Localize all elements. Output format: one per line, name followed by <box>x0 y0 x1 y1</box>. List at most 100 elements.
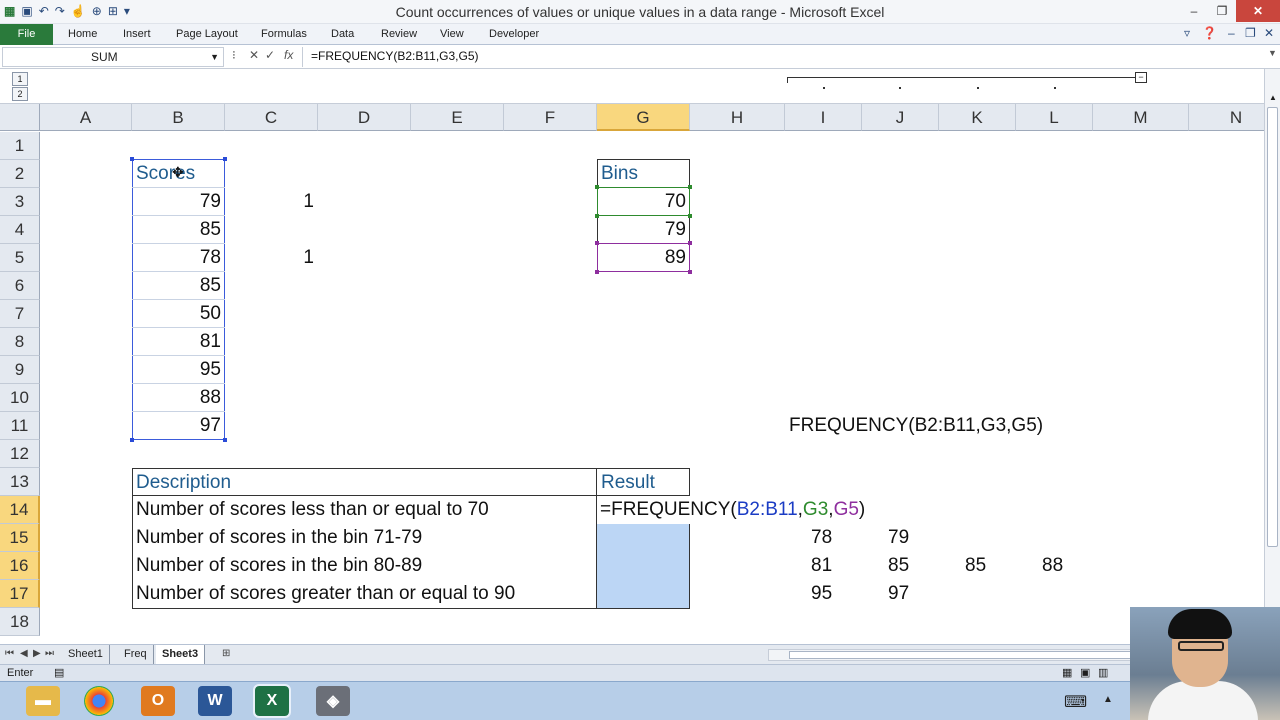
column-header-n[interactable]: N <box>1189 104 1264 131</box>
row-header-2[interactable]: 2 <box>0 160 40 188</box>
tab-file[interactable]: File <box>0 24 53 45</box>
column-header-g[interactable]: G <box>597 104 690 131</box>
word-icon[interactable]: W <box>198 686 232 716</box>
cell-b13[interactable]: Description <box>132 469 597 497</box>
cell-b15[interactable]: Number of scores in the bin 71-79 <box>132 524 422 552</box>
workbook-minimize-icon[interactable]: ‒ <box>1228 26 1235 40</box>
worksheet-grid[interactable]: A B C D E F G H I J K L M N 1 2 3 4 5 6 … <box>0 104 1264 644</box>
chevron-down-icon[interactable]: ▼ <box>210 48 219 66</box>
sheet-tab-sheet3[interactable]: Sheet3 <box>156 645 206 664</box>
workbook-close-icon[interactable]: ✕ <box>1264 26 1274 40</box>
cell-l16[interactable]: 88 <box>1042 552 1063 580</box>
tab-home[interactable]: Home <box>68 24 97 45</box>
vertical-scroll-thumb[interactable] <box>1267 107 1278 547</box>
excel-icon[interactable]: X <box>253 684 291 718</box>
row-header-6[interactable]: 6 <box>0 272 40 300</box>
row-header-14[interactable]: 14 <box>0 496 40 524</box>
cell-g13[interactable]: Result <box>597 469 690 497</box>
cell-b6[interactable]: 85 <box>132 272 225 300</box>
column-header-k[interactable]: K <box>939 104 1016 131</box>
tab-view[interactable]: View <box>440 24 464 45</box>
row-header-1[interactable]: 1 <box>0 132 40 160</box>
cell-b11[interactable]: 97 <box>132 412 225 440</box>
expand-formula-bar-icon[interactable]: ▼ <box>1268 48 1277 58</box>
cell-b16[interactable]: Number of scores in the bin 80-89 <box>132 552 422 580</box>
cell-g5[interactable]: 89 <box>597 244 690 272</box>
page-layout-view-icon[interactable]: ▣ <box>1080 665 1090 681</box>
page-break-view-icon[interactable]: ▥ <box>1098 665 1108 681</box>
close-button[interactable]: ✕ <box>1236 0 1280 22</box>
cell-g14-editing[interactable]: =FREQUENCY(B2:B11,G3,G5) <box>600 496 866 524</box>
row-header-12[interactable]: 12 <box>0 440 40 468</box>
cell-j16[interactable]: 85 <box>888 552 909 580</box>
select-all-button[interactable] <box>0 104 40 131</box>
cell-i16[interactable]: 81 <box>811 552 832 580</box>
tab-insert[interactable]: Insert <box>123 24 151 45</box>
cell-g3[interactable]: 70 <box>597 188 690 216</box>
row-header-17[interactable]: 17 <box>0 580 40 608</box>
row-header-13[interactable]: 13 <box>0 468 40 496</box>
row-header-7[interactable]: 7 <box>0 300 40 328</box>
outlook-icon[interactable]: O <box>141 686 175 716</box>
tab-data[interactable]: Data <box>331 24 354 45</box>
formula-input[interactable]: =FREQUENCY(B2:B11,G3,G5) <box>302 47 1266 67</box>
column-header-e[interactable]: E <box>411 104 504 131</box>
recorder-icon[interactable]: ◈ <box>316 686 350 716</box>
sheet-tab-freq[interactable]: Freq <box>118 645 154 664</box>
last-sheet-icon[interactable]: ⏭ <box>45 648 54 659</box>
prev-sheet-icon[interactable]: ◀ <box>20 648 28 659</box>
minimize-ribbon-icon[interactable]: ▿ <box>1184 26 1190 40</box>
minimize-button[interactable]: ‒ <box>1180 0 1208 22</box>
cell-b4[interactable]: 85 <box>132 216 225 244</box>
row-header-15[interactable]: 15 <box>0 524 40 552</box>
cell-b7[interactable]: 50 <box>132 300 225 328</box>
column-header-f[interactable]: F <box>504 104 597 131</box>
explorer-icon[interactable]: ▬ <box>26 686 60 716</box>
cell-g4[interactable]: 79 <box>597 216 690 244</box>
row-header-8[interactable]: 8 <box>0 328 40 356</box>
cell-b8[interactable]: 81 <box>132 328 225 356</box>
restore-button[interactable]: ❐ <box>1208 0 1236 22</box>
confirm-entry-icon[interactable]: ✓ <box>265 48 275 62</box>
cell-b17[interactable]: Number of scores greater than or equal t… <box>132 580 515 608</box>
first-sheet-icon[interactable]: ⏮ <box>5 648 14 659</box>
cell-i11[interactable]: FREQUENCY(B2:B11,G3,G5) <box>789 412 1043 440</box>
column-header-j[interactable]: J <box>862 104 939 131</box>
insert-function-icon[interactable]: fx <box>284 48 293 62</box>
column-header-m[interactable]: M <box>1093 104 1189 131</box>
outline-level-2-button[interactable]: 2 <box>12 87 28 101</box>
chrome-icon[interactable] <box>84 686 114 716</box>
row-header-18[interactable]: 18 <box>0 608 40 636</box>
row-header-5[interactable]: 5 <box>0 244 40 272</box>
row-header-4[interactable]: 4 <box>0 216 40 244</box>
column-header-c[interactable]: C <box>225 104 318 131</box>
column-header-l[interactable]: L <box>1016 104 1093 131</box>
cell-b5[interactable]: 78 <box>132 244 225 272</box>
help-icon[interactable]: ❓ <box>1202 26 1217 40</box>
name-box[interactable]: SUM ▼ <box>2 47 224 67</box>
column-header-b[interactable]: B <box>132 104 225 131</box>
row-header-16[interactable]: 16 <box>0 552 40 580</box>
column-header-a[interactable]: A <box>40 104 132 131</box>
workbook-restore-icon[interactable]: ❐ <box>1245 26 1256 40</box>
sheet-tab-sheet1[interactable]: Sheet1 <box>62 645 110 664</box>
cell-b3[interactable]: 79 <box>132 188 225 216</box>
tab-developer[interactable]: Developer <box>489 24 539 45</box>
macro-record-icon[interactable]: ▤ <box>54 665 64 681</box>
vertical-scrollbar[interactable]: ▲ <box>1264 69 1280 644</box>
scroll-up-icon[interactable]: ▲ <box>1269 93 1277 102</box>
cell-b9[interactable]: 95 <box>132 356 225 384</box>
cell-k16[interactable]: 85 <box>965 552 986 580</box>
row-header-9[interactable]: 9 <box>0 356 40 384</box>
column-header-i[interactable]: I <box>785 104 862 131</box>
cell-g2[interactable]: Bins <box>597 160 690 188</box>
cell-j15[interactable]: 79 <box>888 524 909 552</box>
cell-j17[interactable]: 97 <box>888 580 909 608</box>
column-header-h[interactable]: H <box>690 104 785 131</box>
tab-formulas[interactable]: Formulas <box>261 24 307 45</box>
row-header-3[interactable]: 3 <box>0 188 40 216</box>
cell-c3[interactable]: 1 <box>225 188 318 216</box>
column-header-d[interactable]: D <box>318 104 411 131</box>
cell-b14[interactable]: Number of scores less than or equal to 7… <box>132 496 489 524</box>
row-header-10[interactable]: 10 <box>0 384 40 412</box>
